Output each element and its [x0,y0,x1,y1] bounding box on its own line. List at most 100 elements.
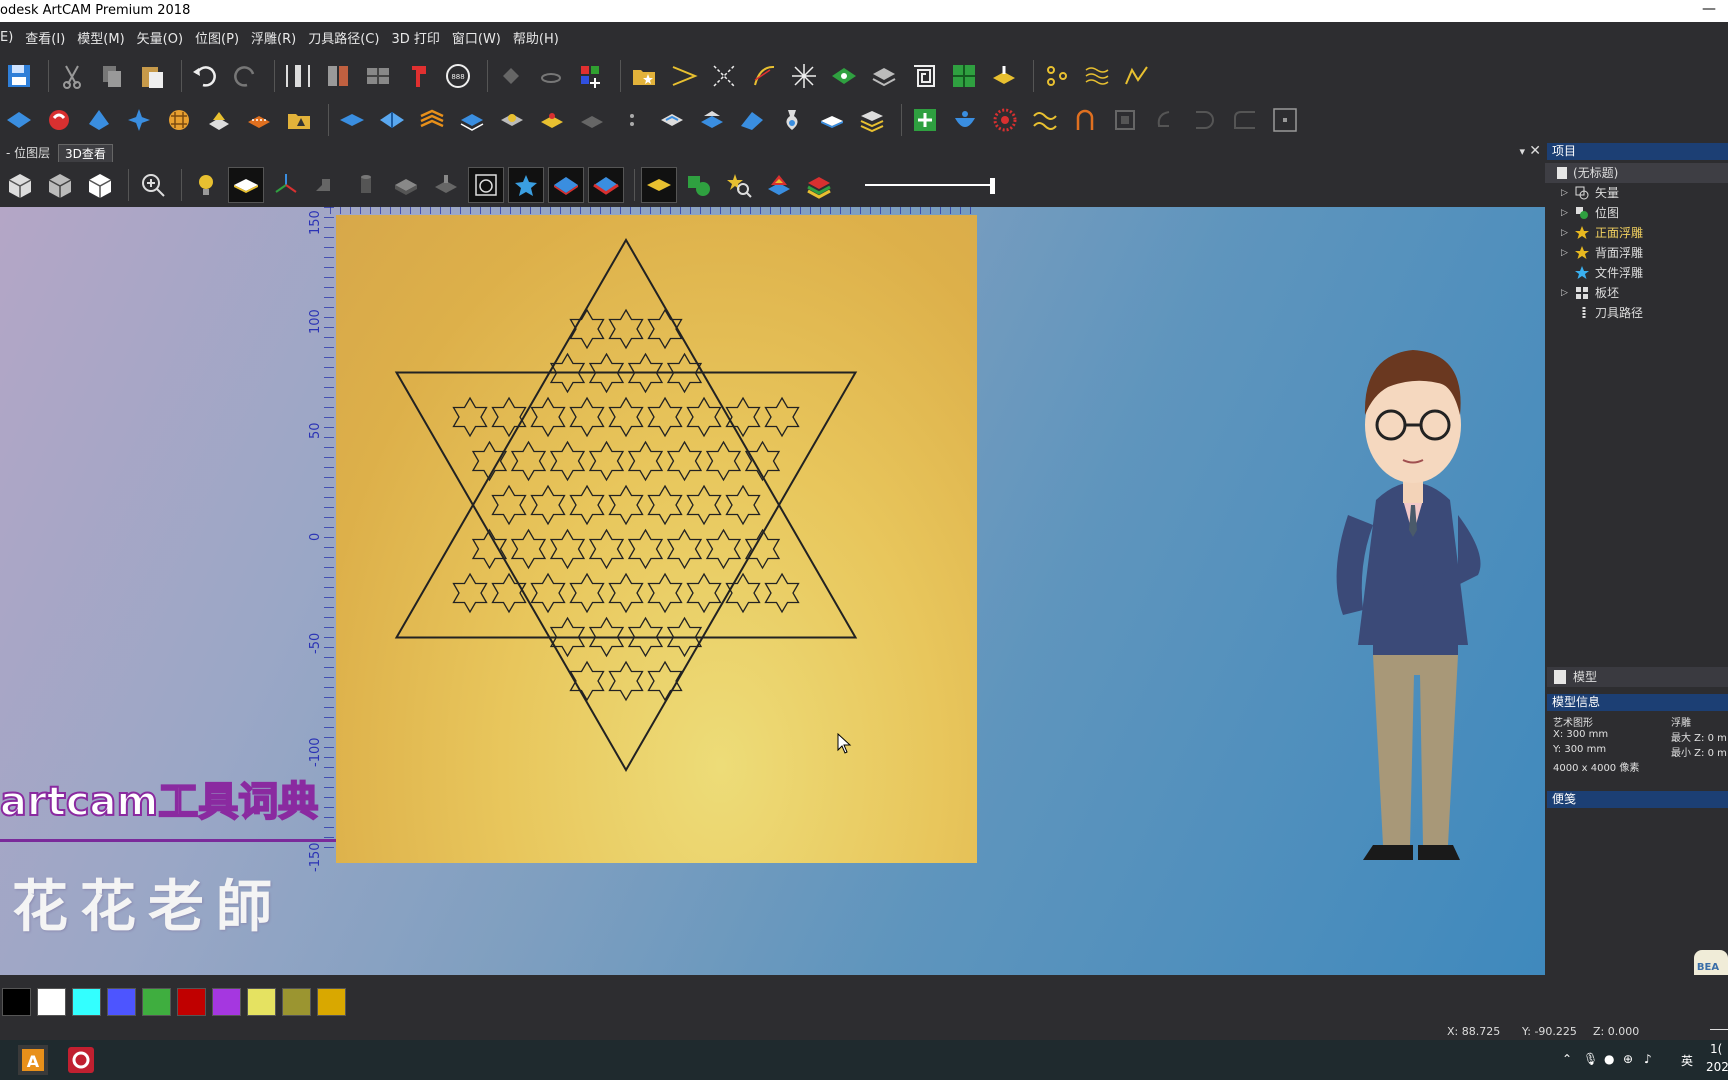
volume-icon[interactable]: ♪ [1644,1052,1652,1066]
tree-root[interactable]: (无标题) [1545,163,1728,183]
wave-relief-button[interactable] [1028,103,1062,137]
bowl-button[interactable] [948,103,982,137]
tree-item-back-relief[interactable]: ▷ 背面浮雕 [1545,243,1728,263]
point-button[interactable] [1268,103,1302,137]
relief-raise-button[interactable] [535,103,569,137]
brightness-slider[interactable] [865,178,995,194]
eraser-button[interactable] [534,59,568,93]
gear-relief-button[interactable] [988,103,1022,137]
sweep-button[interactable] [695,103,729,137]
mirror-button[interactable] [321,59,355,93]
menu-toolpaths[interactable]: 刀具路径(C) [308,28,379,47]
box-select-button[interactable] [1108,103,1142,137]
show-plane-button[interactable] [228,167,264,203]
recorder-app-icon[interactable] [64,1043,98,1077]
tree-item-toolpaths[interactable]: 刀具路径 [1545,303,1728,323]
gauge-button[interactable]: 888 [441,59,475,93]
import-relief-button[interactable] [282,103,316,137]
menu-bitmap[interactable]: 位图(P) [195,28,239,47]
zoom-button[interactable] [135,167,171,203]
color-swatch[interactable] [72,988,101,1016]
3d-viewport[interactable]: 150 100 50 0 -50 -100 -150 artcam工具词典 花花… [0,207,1545,975]
color-swatch[interactable] [2,988,31,1016]
color-swatch[interactable] [212,988,241,1016]
tab-bitmap-layer[interactable]: - 位图层 [0,144,56,162]
shapes-button[interactable] [681,167,717,203]
layers-stack-button[interactable] [867,59,901,93]
colors-button[interactable] [574,59,608,93]
red-relief-button[interactable] [588,167,624,203]
relief-model[interactable] [336,215,977,863]
weave-button[interactable] [162,103,196,137]
layers-button[interactable] [361,59,395,93]
nodes-button[interactable] [1040,59,1074,93]
view-front-button[interactable] [42,167,78,203]
color-swatch[interactable] [142,988,171,1016]
offset-button[interactable] [655,103,689,137]
menu-view[interactable]: 查看(I) [25,28,65,47]
relief-merge-button[interactable] [495,103,529,137]
plane-button[interactable] [815,103,849,137]
color-swatch[interactable] [282,988,311,1016]
add-relief-button[interactable] [908,103,942,137]
tray-app-icon[interactable]: ● [1604,1052,1614,1066]
wave-button[interactable] [1080,59,1114,93]
slice-button[interactable] [415,103,449,137]
trim-button[interactable] [707,59,741,93]
color-swatch[interactable] [317,988,346,1016]
axes-button[interactable] [268,167,304,203]
smooth-button[interactable] [735,103,769,137]
model-section-header[interactable]: 模型 [1547,667,1728,687]
menu-model[interactable]: 模型(M) [77,28,124,47]
gold-plane-button[interactable] [641,167,677,203]
pad-button[interactable] [202,103,236,137]
relief-flat-button[interactable] [335,103,369,137]
blue-relief-button[interactable] [548,167,584,203]
menu-help[interactable]: 帮助(H) [513,28,559,47]
tool-view-button[interactable] [308,167,344,203]
measure-button[interactable] [281,59,315,93]
shape-editor-button[interactable] [42,103,76,137]
paint-button[interactable] [401,59,435,93]
corner-button[interactable] [1228,103,1262,137]
menu-relief[interactable]: 浮雕(R) [251,28,296,47]
tray-green-icon[interactable]: ⊕ [1623,1052,1633,1066]
expand-arrow-icon[interactable]: ▷ [1561,243,1568,263]
color-swatch[interactable] [107,988,136,1016]
menu-edit[interactable]: E) [0,30,13,45]
color-swatch[interactable] [247,988,276,1016]
clock-time[interactable]: 1( [1710,1042,1722,1056]
tabs-dropdown-icon[interactable]: ▾ [1519,145,1525,158]
save-button[interactable] [2,59,36,93]
menu-vector[interactable]: 矢量(O) [137,28,183,47]
polyline-button[interactable] [1120,59,1154,93]
tray-chevron-icon[interactable]: ⌃ [1562,1052,1572,1066]
star-relief-button[interactable] [508,167,544,203]
vector-arrow-button[interactable] [667,59,701,93]
tree-item-file-relief[interactable]: 文件浮雕 [1545,263,1728,283]
relief-shape-button[interactable] [827,59,861,93]
color-swatch[interactable] [177,988,206,1016]
lighting-button[interactable] [188,167,224,203]
open-vector-button[interactable] [627,59,661,93]
redo-button[interactable] [228,59,262,93]
tree-item-block[interactable]: ▷ 板坯 [1545,283,1728,303]
simulate-button[interactable] [428,167,464,203]
view-iso-button[interactable] [2,167,38,203]
cut-button[interactable] [55,59,89,93]
tree-item-front-relief[interactable]: ▷ 正面浮雕 [1545,223,1728,243]
relief-half-button[interactable] [375,103,409,137]
vase-button[interactable] [775,103,809,137]
relief-add-button[interactable] [455,103,489,137]
spin-button[interactable] [122,103,156,137]
tree-item-vectors[interactable]: ▷ 矢量 [1545,183,1728,203]
artcam-app-icon[interactable]: A [16,1043,50,1077]
tab-3d-view[interactable]: 3D查看 [58,144,113,162]
slider-thumb[interactable] [990,178,995,194]
minimize-button[interactable]: — [1702,0,1716,20]
paste-button[interactable] [135,59,169,93]
fill-button[interactable] [494,59,528,93]
relief-lower-button[interactable] [575,103,609,137]
curve-button[interactable] [747,59,781,93]
menu-window[interactable]: 窗口(W) [452,28,501,47]
